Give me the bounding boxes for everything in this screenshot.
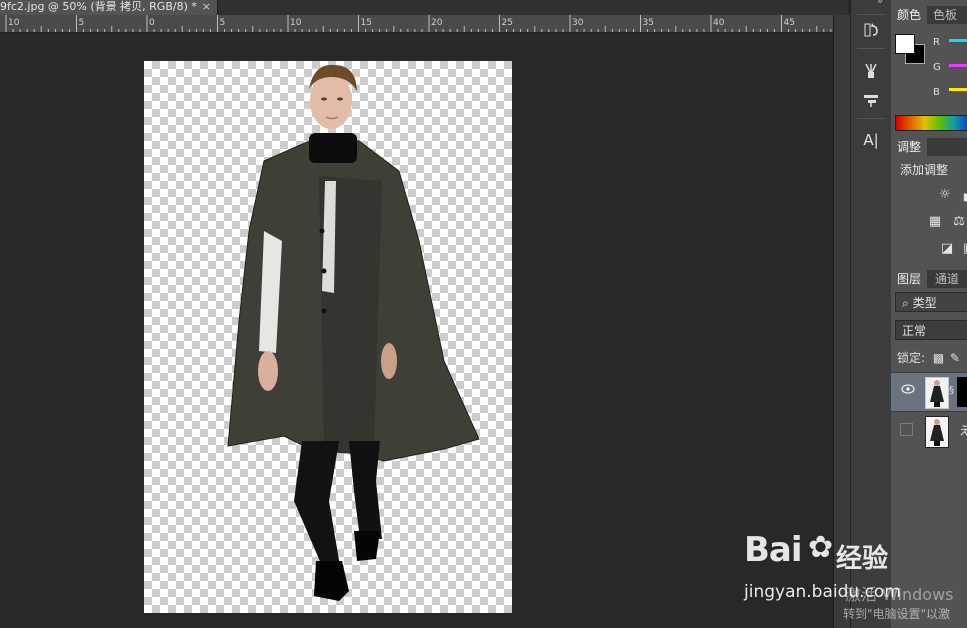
channel-g-label: G — [933, 62, 941, 73]
layers-panel-tabs: 图层 通道 — [891, 270, 967, 288]
channel-r-label: R — [933, 37, 940, 48]
ruler-label: 5 — [79, 18, 85, 28]
layer-thumbnail[interactable] — [925, 377, 949, 409]
dock-separator — [857, 14, 885, 15]
channel-g-slider[interactable] — [949, 64, 967, 67]
channel-r-slider[interactable] — [949, 39, 967, 42]
ruler-label: 25 — [502, 18, 513, 28]
close-icon[interactable]: × — [202, 0, 211, 14]
color-swatches — [895, 34, 925, 64]
add-adjustment-title: 添加调整 — [900, 163, 949, 177]
document-canvas[interactable] — [144, 61, 512, 613]
ruler-label: 45 — [784, 18, 795, 28]
layer-filter-select[interactable]: ⌕ 类型 — [895, 292, 967, 312]
windows-activation-title: 激活 Windows — [845, 585, 954, 604]
tab-swatches[interactable]: 色板 — [927, 6, 963, 24]
color-spectrum-bar[interactable] — [895, 115, 967, 131]
blend-mode-select[interactable]: 正常 — [895, 320, 967, 340]
horizontal-ruler[interactable]: 10 5 0 5 10 15 20 25 30 35 40 45 — [0, 15, 833, 33]
history-brush-icon[interactable] — [860, 19, 882, 41]
brush-presets-icon[interactable] — [860, 60, 882, 82]
layer-filter-label: 类型 — [912, 296, 937, 310]
ruler-label: 0 — [149, 18, 155, 28]
document-tab-title: 9fc2.jpg @ 50% (背景 拷贝, RGB/8) * — [0, 0, 197, 13]
layer-row[interactable]: え — [891, 411, 967, 450]
windows-activation-subtitle: 转到"电脑设置"以激 — [843, 607, 951, 621]
search-icon: ⌕ — [902, 296, 909, 310]
link-icon: § — [949, 385, 954, 396]
dock-separator — [857, 48, 885, 49]
lock-paint-icon[interactable]: ✎ — [950, 351, 960, 365]
ruler-label: 15 — [361, 18, 372, 28]
layer-name: え — [959, 424, 967, 438]
lock-transparency-icon[interactable]: ▩ — [933, 351, 944, 365]
ruler-label: 5 — [220, 18, 226, 28]
eye-icon[interactable] — [901, 384, 915, 398]
layer-mask-thumbnail[interactable] — [957, 377, 967, 407]
adjustments-panel-tabs: 调整 — [891, 138, 967, 156]
panel-divider — [833, 15, 851, 628]
lock-label: 锁定: — [897, 351, 926, 365]
ruler-label: 30 — [572, 18, 584, 28]
ruler-label: 10 — [8, 18, 20, 28]
character-icon[interactable]: A| — [860, 129, 882, 151]
foreground-color-swatch[interactable] — [895, 34, 915, 54]
tab-strip — [218, 0, 848, 15]
document-tab[interactable]: 9fc2.jpg @ 50% (背景 拷贝, RGB/8) * × — [0, 0, 218, 15]
tool-presets-icon[interactable] — [860, 89, 882, 111]
visibility-toggle[interactable] — [900, 423, 913, 436]
ruler-label: 20 — [431, 18, 443, 28]
layer-row[interactable]: § — [891, 372, 967, 411]
tab-color[interactable]: 颜色 — [891, 6, 928, 24]
ruler-label: 35 — [643, 18, 654, 28]
tab-layers[interactable]: 图层 — [891, 270, 928, 288]
right-panels: 颜色 色板 R G B 调整 添加调整 ☼ ▟ ▦ ⚖ ◪ ▣ 图层 通道 ⌕ … — [891, 0, 967, 628]
layer-thumbnail[interactable] — [925, 416, 949, 448]
dock-separator — [857, 118, 885, 119]
ruler-label: 40 — [713, 18, 725, 28]
gradient-map-icon[interactable]: ▣ — [961, 240, 967, 256]
balance-icon[interactable]: ⚖ — [951, 213, 967, 229]
channel-b-label: B — [933, 87, 940, 98]
ruler-label: 10 — [290, 18, 302, 28]
levels-icon[interactable]: ▟ — [961, 186, 967, 202]
channel-b-slider[interactable] — [949, 88, 967, 91]
adjustments-panel: 添加调整 ☼ ▟ ▦ ⚖ ◪ ▣ — [891, 156, 967, 264]
person-cutout-image — [227, 64, 480, 601]
tab-channels[interactable]: 通道 — [929, 270, 965, 288]
color-panel-tabs: 颜色 色板 — [891, 6, 967, 24]
panel-dock-icons: » A| — [850, 0, 892, 628]
collapse-icon[interactable]: » — [877, 0, 883, 7]
curves-icon[interactable]: ▦ — [927, 213, 943, 229]
tab-adjustments[interactable]: 调整 — [891, 138, 928, 156]
ruler-ticks: 10 5 0 5 10 15 20 25 30 35 40 45 — [5, 15, 832, 32]
photo-filter-icon[interactable]: ◪ — [939, 240, 955, 256]
brightness-icon[interactable]: ☼ — [937, 186, 953, 202]
lock-row: 锁定: ▩ ✎ — [897, 349, 960, 366]
